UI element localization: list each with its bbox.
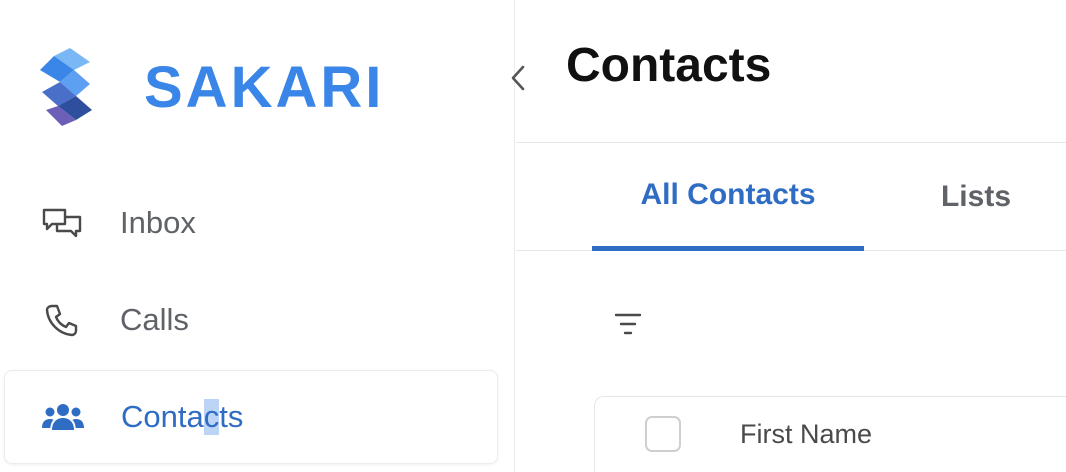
phone-icon — [41, 299, 83, 341]
column-header-first-name[interactable]: First Name — [740, 417, 872, 451]
sidebar-item-contacts[interactable]: Contacts — [4, 370, 498, 464]
sidebar: SAKARI Inbox Calls Contacts — [0, 0, 515, 472]
users-icon — [42, 396, 84, 438]
chat-bubbles-icon — [41, 202, 83, 244]
sidebar-item-label: Contacts — [121, 399, 244, 435]
contacts-table: First Name — [594, 396, 1066, 472]
sakari-logo-icon — [40, 48, 92, 126]
sidebar-item-label: Inbox — [120, 205, 196, 240]
tab-lists[interactable]: Lists — [926, 143, 1026, 251]
sidebar-item-calls[interactable]: Calls — [4, 273, 498, 367]
sidebar-item-label: Calls — [120, 302, 189, 337]
tab-bar: All Contacts Lists — [516, 143, 1066, 251]
filter-icon — [614, 313, 642, 335]
select-all-checkbox[interactable] — [645, 416, 681, 452]
brand-name: SAKARI — [144, 55, 385, 120]
app-window: SAKARI Inbox Calls Contacts Contacts All… — [0, 0, 1066, 472]
brand[interactable]: SAKARI — [36, 48, 384, 128]
filter-button[interactable] — [608, 304, 648, 344]
page-title: Contacts — [566, 39, 772, 92]
text-selection-highlight: c — [203, 399, 220, 435]
tab-all-contacts[interactable]: All Contacts — [592, 143, 864, 251]
main-content: Contacts All Contacts Lists First Name — [516, 0, 1066, 472]
sidebar-item-inbox[interactable]: Inbox — [4, 176, 498, 270]
